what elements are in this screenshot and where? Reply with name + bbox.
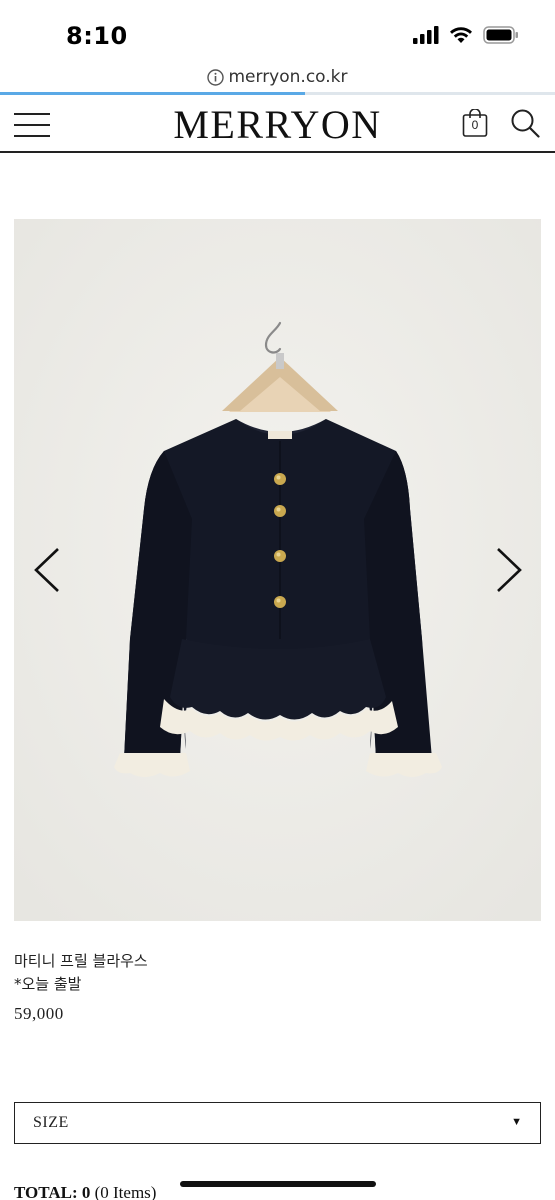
- product-image[interactable]: [14, 219, 541, 921]
- status-time: 8:10: [66, 22, 128, 50]
- cart-count: 0: [471, 118, 479, 132]
- info-icon: [207, 68, 225, 86]
- chevron-left-icon: [34, 548, 59, 592]
- size-select-label: SIZE: [33, 1114, 69, 1131]
- prev-image-button[interactable]: [28, 545, 68, 595]
- size-select[interactable]: SIZE ▼: [14, 1102, 541, 1144]
- next-image-button[interactable]: [488, 545, 528, 595]
- battery-icon: [483, 26, 518, 44]
- total-items: (0 Items): [94, 1183, 157, 1200]
- wifi-icon: [450, 27, 472, 43]
- total-summary: TOTAL: 0 (0 Items): [14, 1183, 156, 1200]
- site-header: MERRYON 0: [0, 95, 555, 153]
- product-shipping-note: *오늘 출발: [14, 975, 82, 993]
- total-value: 0: [81, 1183, 91, 1200]
- status-bar: 8:10: [0, 0, 555, 62]
- search-button[interactable]: [509, 107, 541, 139]
- jacket-illustration: [14, 219, 541, 921]
- cart-button[interactable]: 0: [461, 109, 491, 139]
- url-text: merryon.co.kr: [228, 67, 348, 87]
- chevron-right-icon: [497, 548, 522, 592]
- caret-down-icon: ▼: [511, 1116, 522, 1128]
- signal-icon: [413, 26, 439, 44]
- product-name[interactable]: 마티니 프릴 블라우스: [14, 950, 148, 971]
- total-label: TOTAL:: [14, 1183, 78, 1200]
- status-icons: [413, 26, 519, 44]
- home-indicator[interactable]: [180, 1181, 376, 1187]
- product-price: 59,000: [14, 1004, 64, 1023]
- address-bar[interactable]: merryon.co.kr: [0, 62, 555, 92]
- search-icon: [511, 109, 540, 138]
